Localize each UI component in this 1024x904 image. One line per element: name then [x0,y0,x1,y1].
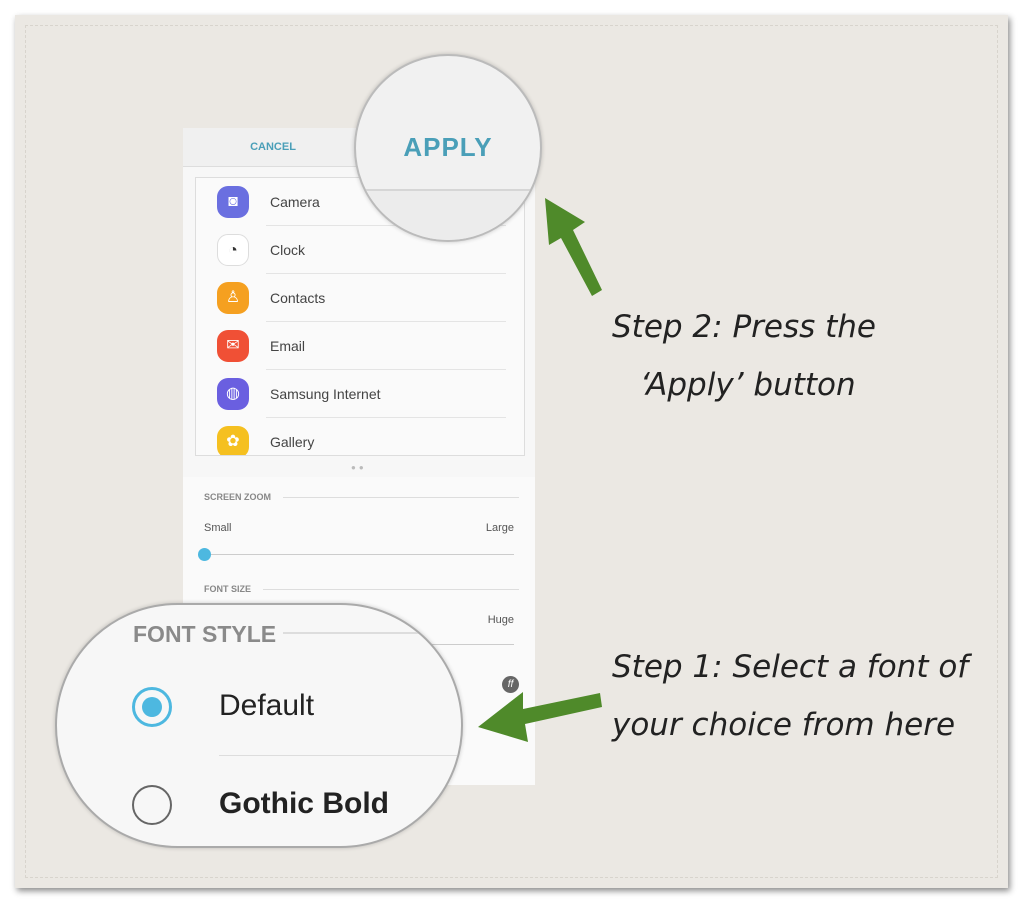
annotation-arrows [478,198,602,742]
arrow-to-font-style [478,692,602,742]
step2-annotation: Step 2: Press the ‘Apply’ button [612,309,876,403]
arrow-to-apply [545,198,602,296]
step1-annotation: Step 1: Select a font of your choice fro… [612,649,969,743]
